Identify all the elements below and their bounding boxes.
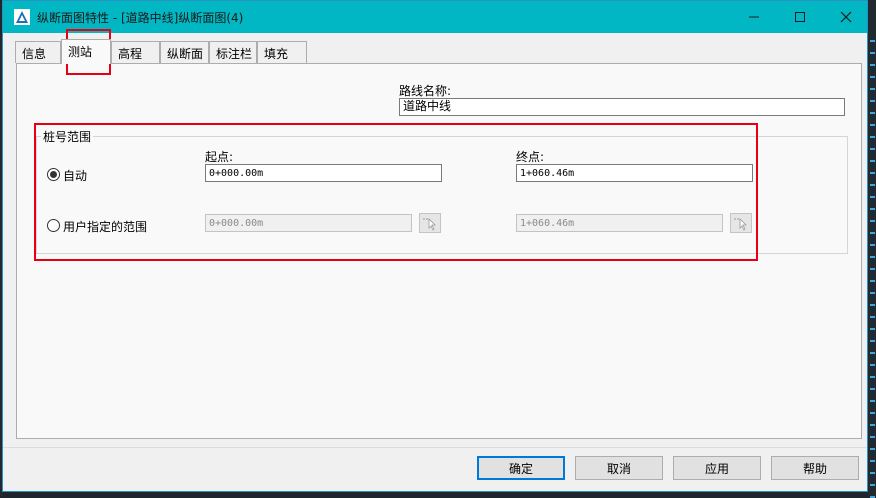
canvas-right-strip [868, 0, 876, 497]
alignment-label: 路线名称: [399, 84, 452, 98]
canvas-grid-dash [870, 292, 875, 294]
canvas-grid-dash [870, 388, 875, 390]
canvas-grid-dash [870, 40, 875, 42]
civil3d-app-icon [14, 9, 30, 25]
minimize-button[interactable] [731, 1, 777, 33]
radio-selected-dot [50, 171, 57, 178]
canvas-grid-dash [870, 268, 875, 270]
minimize-icon [749, 16, 759, 18]
canvas-grid-dash [870, 136, 875, 138]
pick-point-icon [734, 218, 747, 231]
canvas-grid-dash [870, 124, 875, 126]
station-range-legend: 桩号范围 [41, 128, 94, 145]
start-label: 起点: [205, 150, 234, 164]
pick-point-icon [423, 218, 436, 231]
close-button[interactable] [823, 1, 869, 33]
auto-radio-label[interactable]: 自动 [63, 167, 87, 184]
user-end-field: 1+060.46m [516, 214, 723, 232]
canvas-grid-dash [870, 436, 875, 438]
apply-button[interactable]: 应用 [673, 456, 761, 480]
canvas-grid-dash [870, 376, 875, 378]
station-range-group [36, 136, 848, 254]
pick-end-button [730, 213, 752, 233]
properties-dialog: 纵断面图特性 - [道路中线]纵断面图(4) 信息 测站 高程 纵断面 标注栏 … [2, 0, 868, 492]
canvas-grid-dash [870, 112, 875, 114]
canvas-grid-dash [870, 328, 875, 330]
window-title: 纵断面图特性 - [道路中线]纵断面图(4) [37, 11, 244, 25]
auto-start-field[interactable]: 0+000.00m [205, 164, 442, 182]
close-icon [840, 11, 852, 23]
canvas-grid-dash [870, 100, 875, 102]
canvas-grid-dash [870, 460, 875, 462]
user-range-radio[interactable] [47, 219, 60, 232]
canvas-grid-dash [870, 304, 875, 306]
tab-info[interactable]: 信息 [15, 41, 61, 63]
tab-elevation[interactable]: 高程 [111, 41, 160, 63]
cancel-button[interactable]: 取消 [575, 456, 663, 480]
canvas-grid-dash [870, 148, 875, 150]
canvas-grid-dash [870, 232, 875, 234]
footer-divider [3, 447, 867, 448]
canvas-grid-dash [870, 412, 875, 414]
canvas-grid-dash [870, 316, 875, 318]
end-label: 终点: [516, 150, 545, 164]
canvas-grid-dash [870, 280, 875, 282]
canvas-grid-dash [870, 220, 875, 222]
canvas-grid-dash [870, 424, 875, 426]
canvas-grid-dash [870, 472, 875, 474]
canvas-grid-dash [870, 160, 875, 162]
tab-hatch[interactable]: 填充 [257, 41, 307, 63]
canvas-grid-dash [870, 484, 875, 486]
auto-end-field[interactable]: 1+060.46m [516, 164, 753, 182]
canvas-grid-dash [870, 64, 875, 66]
canvas-grid-dash [870, 256, 875, 258]
user-range-radio-label[interactable]: 用户指定的范围 [63, 218, 147, 235]
canvas-grid-dash [870, 244, 875, 246]
pick-start-button [419, 213, 441, 233]
canvas-grid-dash [870, 340, 875, 342]
tab-bands[interactable]: 标注栏 [209, 41, 257, 63]
title-bar[interactable]: 纵断面图特性 - [道路中线]纵断面图(4) [3, 1, 867, 33]
auto-radio[interactable] [47, 168, 60, 181]
canvas-grid-dash [870, 184, 875, 186]
user-start-field: 0+000.00m [205, 214, 412, 232]
canvas-grid-dash [870, 448, 875, 450]
alignment-field[interactable]: 道路中线 [399, 98, 845, 116]
canvas-grid-dash [870, 196, 875, 198]
tab-profiles[interactable]: 纵断面 [160, 41, 209, 63]
canvas-grid-dash [870, 352, 875, 354]
canvas-grid-dash [870, 88, 875, 90]
canvas-grid-dash [870, 208, 875, 210]
maximize-icon [795, 12, 805, 22]
tab-station[interactable]: 测站 [61, 39, 111, 64]
canvas-grid-dash [870, 172, 875, 174]
maximize-button[interactable] [777, 1, 823, 33]
canvas-grid-dash [870, 52, 875, 54]
ok-button[interactable]: 确定 [477, 456, 565, 480]
help-button[interactable]: 帮助 [771, 456, 859, 480]
canvas-grid-dash [870, 364, 875, 366]
canvas-grid-dash [870, 76, 875, 78]
canvas-grid-dash [870, 400, 875, 402]
